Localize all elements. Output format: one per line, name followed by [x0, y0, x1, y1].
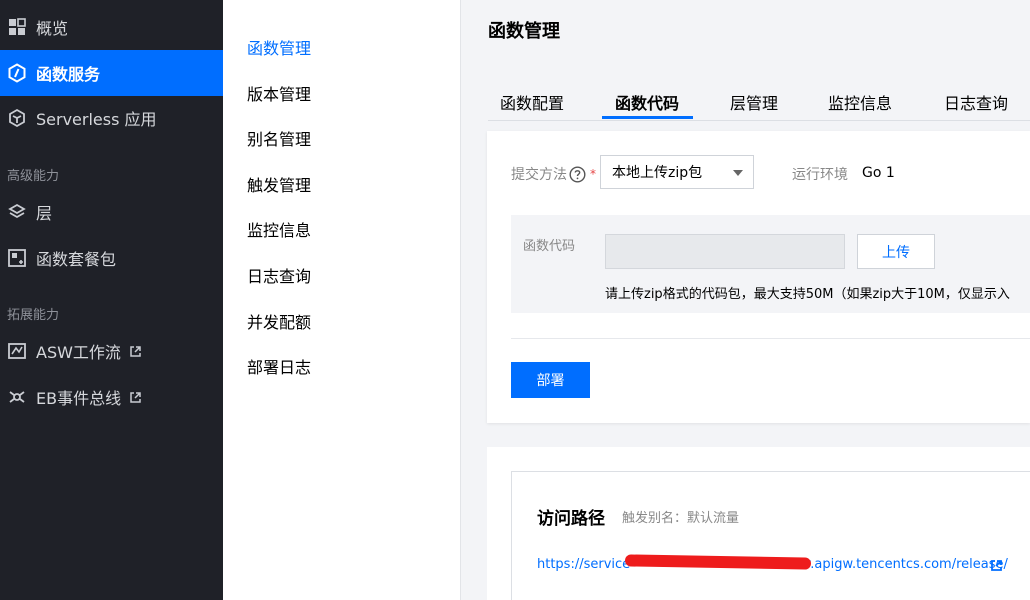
function-code-label: 函数代码	[523, 239, 576, 254]
file-path-input[interactable]	[605, 234, 845, 269]
submenu-item-alias-management[interactable]: 别名管理	[247, 126, 311, 150]
submit-method-select[interactable]: 本地上传zip包	[600, 155, 754, 189]
tab-function-config[interactable]: 函数配置	[500, 90, 564, 114]
access-path-card: 访问路径 触发别名：默认流量 https://service-w.apigw.t…	[487, 447, 1030, 600]
sidebar-item-label: 层	[36, 204, 53, 223]
submit-method-label: 提交方法	[511, 167, 567, 183]
runtime-value: Go 1	[862, 165, 895, 181]
active-tab-indicator	[602, 116, 693, 119]
sidebar-item-label: EB事件总线	[36, 389, 122, 408]
submenu-item-monitoring[interactable]: 监控信息	[247, 217, 311, 241]
grid-icon	[7, 17, 27, 37]
submit-method-label-group: 提交方法 *	[511, 164, 596, 184]
function-icon	[7, 63, 27, 83]
external-link-icon	[129, 391, 142, 404]
external-link-icon	[129, 345, 142, 358]
sidebar-item-overview[interactable]: 概览	[0, 4, 223, 50]
sidebar-item-label: 函数服务	[36, 65, 101, 84]
sidebar-item-layers[interactable]: 层	[0, 189, 223, 235]
sidebar-group-extension: 拓展能力	[7, 308, 60, 323]
submenu-item-deploy-log[interactable]: 部署日志	[247, 354, 311, 378]
function-code-card: 提交方法 * 本地上传zip包 运行环境 Go 1 函数代码 上传 请上传zip…	[487, 131, 1030, 423]
page-title: 函数管理	[488, 21, 560, 42]
deploy-button[interactable]: 部署	[511, 362, 590, 398]
tab-monitoring[interactable]: 监控信息	[828, 90, 892, 114]
submit-method-value: 本地上传zip包	[612, 165, 703, 181]
url-suffix: w.apigw.tencentcs.com/release/	[800, 557, 1008, 572]
submenu-item-concurrency-quota[interactable]: 并发配额	[247, 309, 311, 333]
primary-sidebar: 概览 函数服务 Serverless 应用 高级能力 层 函数套餐包 拓展能力 …	[0, 0, 223, 600]
workflow-icon	[7, 341, 27, 361]
upload-button[interactable]: 上传	[857, 234, 935, 269]
sidebar-group-advanced: 高级能力	[7, 169, 60, 184]
function-submenu: 函数管理 版本管理 别名管理 触发管理 监控信息 日志查询 并发配额 部署日志	[223, 0, 461, 600]
access-path-title: 访问路径	[537, 509, 605, 529]
code-upload-panel: 函数代码 上传 请上传zip格式的代码包，最大支持50M（如果zip大于10M，…	[511, 215, 1030, 313]
sidebar-item-label: 函数套餐包	[36, 250, 117, 269]
tab-layer-management[interactable]: 层管理	[730, 90, 778, 114]
sidebar-item-label: ASW工作流	[36, 343, 121, 362]
serverless-app-icon	[7, 108, 27, 128]
sidebar-item-label: 概览	[36, 19, 69, 38]
help-icon[interactable]	[569, 165, 586, 183]
event-bus-icon	[7, 387, 27, 407]
package-icon	[7, 248, 27, 268]
submenu-item-trigger-management[interactable]: 触发管理	[247, 172, 311, 196]
external-link-icon[interactable]	[990, 557, 1003, 576]
sidebar-item-function-service[interactable]: 函数服务	[0, 50, 223, 96]
trigger-alias: 触发别名：默认流量	[622, 511, 740, 526]
sidebar-item-asw-workflow[interactable]: ASW工作流	[0, 328, 223, 374]
submenu-item-function-management[interactable]: 函数管理	[247, 35, 311, 59]
sidebar-item-eb-event-bus[interactable]: EB事件总线	[0, 374, 223, 420]
runtime-label: 运行环境	[792, 167, 848, 183]
upload-hint: 请上传zip格式的代码包，最大支持50M（如果zip大于10M，仅显示入	[605, 287, 1010, 302]
chevron-down-icon	[733, 170, 743, 176]
access-path-panel: 访问路径 触发别名：默认流量 https://service-w.apigw.t…	[511, 471, 1030, 600]
main-content: 函数管理 函数配置 函数代码 层管理 监控信息 日志查询 提交方法 * 本地上传…	[461, 0, 1030, 600]
layers-icon	[7, 202, 27, 222]
submenu-item-log-query[interactable]: 日志查询	[247, 263, 311, 287]
tab-log-query[interactable]: 日志查询	[944, 90, 1008, 114]
tab-function-code[interactable]: 函数代码	[615, 90, 679, 114]
sidebar-item-serverless-app[interactable]: Serverless 应用	[0, 95, 223, 141]
sidebar-item-package[interactable]: 函数套餐包	[0, 235, 223, 281]
tab-bar: 函数配置 函数代码 层管理 监控信息 日志查询	[488, 86, 1030, 121]
submenu-item-version-management[interactable]: 版本管理	[247, 81, 311, 105]
sidebar-item-label: Serverless 应用	[36, 110, 157, 129]
divider	[511, 338, 1030, 339]
required-mark: *	[590, 167, 596, 181]
url-prefix: https://service-	[537, 557, 635, 572]
